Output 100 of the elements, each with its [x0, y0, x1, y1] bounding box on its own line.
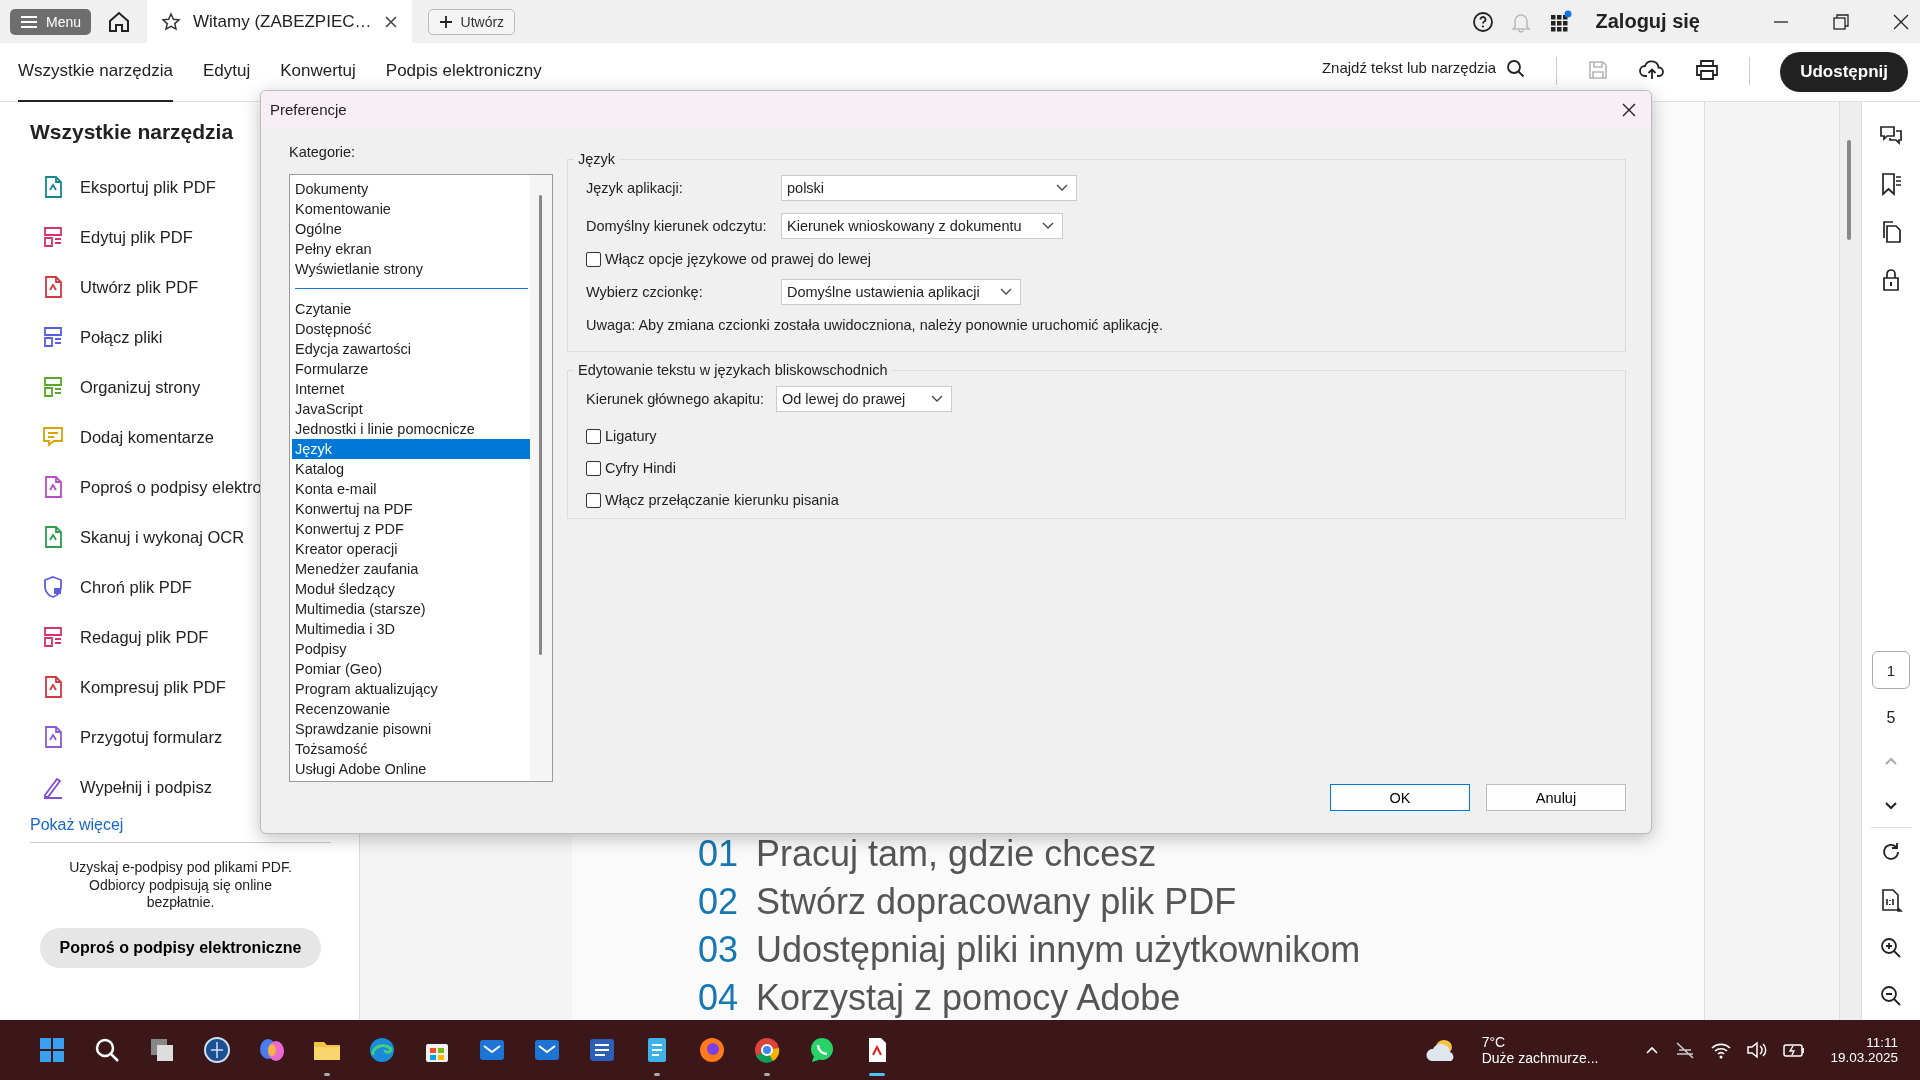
category-item[interactable]: Dokumenty [292, 179, 530, 199]
zoom-out-icon[interactable] [1879, 984, 1903, 1008]
caret-icon [1000, 288, 1012, 296]
category-item[interactable]: Sprawdzanie pisowni [292, 719, 530, 739]
category-item[interactable]: Edycja zawartości [292, 339, 530, 359]
zoom-in-icon[interactable] [1879, 936, 1903, 960]
panel-title: Wszystkie narzędzia [30, 120, 235, 144]
plus-icon [438, 14, 453, 29]
sign-in-link[interactable]: Zaloguj się [1595, 10, 1700, 33]
checkbox[interactable] [586, 460, 601, 476]
category-item[interactable]: Wyświetlanie strony [292, 259, 530, 279]
category-item[interactable]: Ogólne [292, 219, 530, 239]
toolbar-tab[interactable]: Konwertuj [280, 43, 356, 88]
category-item[interactable]: Dostępność [292, 319, 530, 339]
field-label: Język aplikacji: [586, 180, 684, 196]
toolbar-tab[interactable]: Edytuj [202, 43, 251, 88]
group-title: Edytowanie tekstu w językach bliskowschodnich [577, 362, 889, 378]
share-button[interactable]: Udostępnij [1780, 52, 1908, 92]
cloud-upload-icon[interactable] [1639, 59, 1666, 81]
group-title: Język [577, 151, 617, 167]
checkbox-option[interactable]: Ligatury [586, 428, 1607, 444]
category-item[interactable]: Menedżer zaufania [292, 559, 530, 579]
toolbar-tab[interactable]: Podpis elektroniczny [385, 43, 542, 88]
category-item[interactable]: Usługi Adobe Online [292, 759, 530, 779]
categories-label: Kategorie: [289, 144, 357, 160]
help-icon[interactable] [1471, 10, 1494, 33]
temperature: 7°C [1481, 1034, 1507, 1050]
category-item[interactable]: Jednostki i linie pomocnicze [292, 419, 530, 439]
menu-button[interactable]: Menu [10, 8, 92, 35]
tab-title: Witamy (ZABEZPIEC… [193, 11, 372, 32]
checkbox-option[interactable]: Włącz przełączanie kierunku pisania [586, 492, 1607, 508]
caret-icon [931, 395, 943, 403]
category-item[interactable]: Formularze [292, 359, 530, 379]
dialog-title: Preferencje [270, 101, 347, 118]
category-item[interactable]: Podpisy [292, 639, 530, 659]
create-button[interactable]: Utwórz [427, 8, 516, 35]
close-icon[interactable] [1621, 101, 1637, 118]
category-item[interactable]: Pomiar (Geo) [292, 659, 530, 679]
category-item[interactable]: Program aktualizujący [292, 679, 530, 699]
close-icon[interactable] [383, 14, 398, 29]
category-item[interactable]: Tożsamość [292, 739, 530, 759]
checkbox[interactable] [586, 428, 601, 444]
cancel-button[interactable]: Anuluj [1486, 784, 1626, 811]
dropdown[interactable]: Domyślne ustawienia aplikacji [781, 279, 1021, 305]
promo-text: Uzyskaj e-podpisy pod plikami PDF. Odbiorcy podpisują się online bezpłatnie. [68, 859, 293, 912]
category-item[interactable]: Pełny ekran [292, 239, 530, 259]
category-item[interactable]: Internet [292, 379, 530, 399]
category-item[interactable]: Czytanie [292, 299, 530, 319]
heading-text: Korzystaj z pomocy Adobe [756, 977, 1181, 1019]
document-tab[interactable]: Witamy (ZABEZPIEC… [147, 0, 412, 43]
page-number-field[interactable]: 1 [1872, 651, 1910, 689]
category-item[interactable]: Język [292, 439, 530, 459]
category-item[interactable]: Multimedia (starsze) [292, 599, 530, 619]
speaker-icon[interactable] [1746, 1040, 1769, 1060]
ok-button[interactable]: OK [1330, 784, 1470, 811]
fit-page-icon[interactable] [1879, 888, 1903, 912]
category-item[interactable]: Moduł śledzący [292, 579, 530, 599]
print-icon[interactable] [1695, 59, 1720, 81]
category-item[interactable]: Konwertuj z PDF [292, 519, 530, 539]
checkbox[interactable] [586, 251, 601, 267]
scroll-thumb[interactable] [1847, 140, 1851, 240]
bookmark-icon[interactable] [1879, 172, 1903, 196]
scrollbar[interactable] [1839, 102, 1861, 1020]
checkbox-option[interactable]: Cyfry Hindi [586, 460, 1607, 476]
checkbox[interactable] [586, 492, 601, 508]
category-item[interactable]: Katalog [292, 459, 530, 479]
page-count: 5 [1886, 709, 1896, 727]
category-item[interactable]: Konta e-mail [292, 479, 530, 499]
dropdown[interactable]: polski [781, 175, 1077, 201]
dropdown[interactable]: Kierunek wnioskowany z dokumentu [781, 213, 1063, 239]
toolbar-tab[interactable]: Wszystkie narzędzia [18, 43, 173, 102]
note-text: Uwaga: Aby zmiana czcionki została uwidoczniona, należy ponownie uruchomić aplikację. [586, 317, 1165, 333]
request-signatures-button[interactable]: Poproś o podpisy elektroniczne [39, 927, 322, 968]
heading-number: 02 [698, 881, 739, 923]
menu-icon [20, 14, 38, 29]
heading-text: Stwórz dopracowany plik PDF [756, 881, 1237, 923]
comments-icon[interactable] [1879, 124, 1903, 148]
globe-icon[interactable] [201, 1035, 232, 1065]
category-item[interactable]: JavaScript [292, 399, 530, 419]
caret-icon [1056, 184, 1068, 192]
close-icon[interactable] [1892, 12, 1910, 31]
category-list[interactable] [289, 174, 553, 782]
category-item[interactable]: Komentowanie [292, 199, 530, 219]
home-icon[interactable] [107, 10, 132, 33]
scroll-thumb[interactable] [539, 195, 542, 655]
caret-icon [1042, 222, 1054, 230]
heading-number: 01 [698, 833, 739, 875]
find-text[interactable]: Znajdź tekst lub narzędzia [1321, 59, 1497, 76]
category-item[interactable]: Multimedia i 3D [292, 619, 530, 639]
category-item[interactable]: Konwertuj na PDF [292, 499, 530, 519]
category-item[interactable]: Kreator operacji [292, 539, 530, 559]
heading-number: 03 [698, 929, 739, 971]
weather-text: Duże zachmurze... [1481, 1050, 1599, 1066]
checkbox-option[interactable]: Włącz opcje językowe od prawej do lewej [586, 251, 1607, 267]
star-icon [161, 11, 182, 32]
category-item[interactable]: Recenzowanie [292, 699, 530, 719]
restore-icon[interactable] [1832, 12, 1850, 31]
search-icon[interactable] [1506, 59, 1527, 79]
clock-time: 11:11 [1866, 1035, 1898, 1050]
dropdown[interactable]: Od lewej do prawej [776, 386, 952, 412]
